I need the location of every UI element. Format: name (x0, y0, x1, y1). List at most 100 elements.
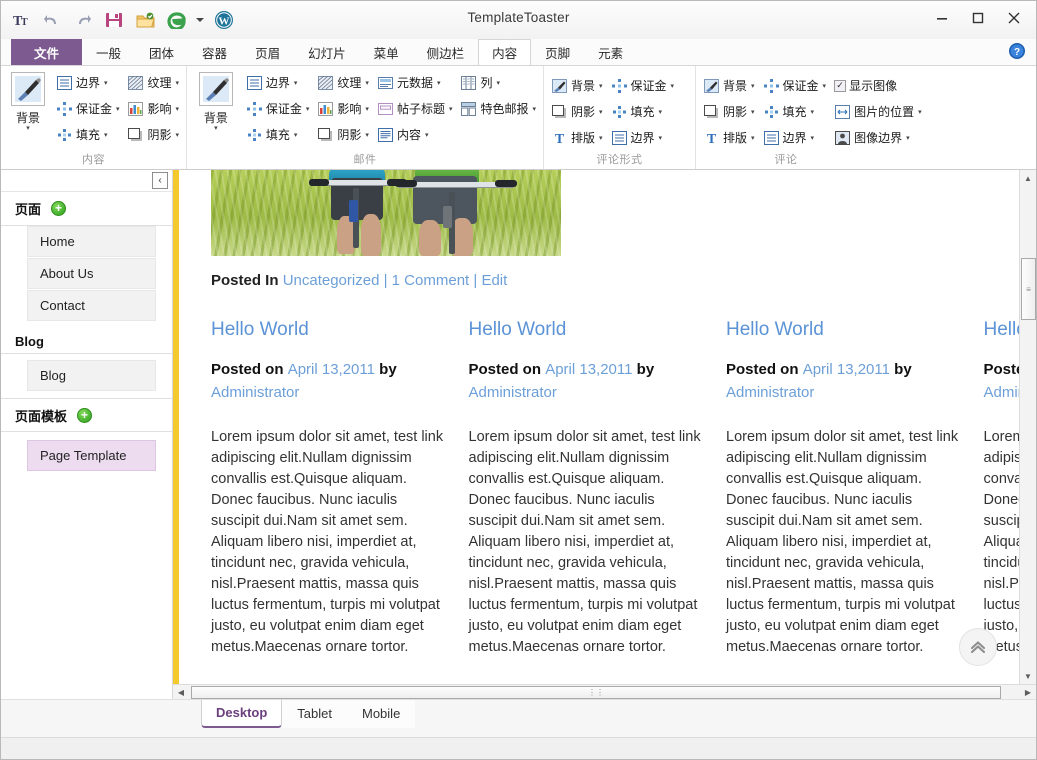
design-canvas[interactable]: Posted In Uncategorized | 1 Comment | Ed… (173, 170, 1019, 684)
cform-margin-button[interactable]: 保证金 ▾ (608, 73, 678, 98)
device-tab-mobile[interactable]: Mobile (347, 700, 416, 728)
mail-texture-button[interactable]: 纹理 ▾ (314, 70, 372, 95)
post-title[interactable]: Hello World (726, 319, 960, 341)
device-tab-tablet[interactable]: Tablet (282, 700, 347, 728)
image-border-button[interactable]: 图像边界 ▾ (831, 125, 925, 150)
mail-padding-button[interactable]: 填充 ▾ (243, 122, 313, 147)
columns-button[interactable]: 列 ▾ (457, 70, 539, 95)
padding-button[interactable]: 填充 ▾ (53, 122, 123, 147)
group-label-comment-form: 评论形式 (596, 154, 643, 166)
tab-group[interactable]: 团体 (135, 39, 188, 65)
add-page-button[interactable]: + (51, 201, 67, 216)
mail-border-button[interactable]: 边界 ▾ (243, 70, 313, 95)
texture-button[interactable]: 纹理 ▾ (124, 70, 182, 95)
post-date[interactable]: April 13,2011 (288, 361, 375, 378)
post-author[interactable]: Administrator (726, 384, 960, 401)
post-author[interactable]: Administrator (469, 384, 703, 401)
comments-border-button[interactable]: 边界 ▾ (760, 125, 830, 150)
page-templates-list: Page Template (1, 432, 172, 478)
comments-background-button[interactable]: 背景 ▾ (700, 73, 758, 98)
vertical-scroll-thumb[interactable]: ≡ (1021, 258, 1036, 320)
metadata-button[interactable]: 元数据 ▾ (374, 70, 456, 95)
cform-padding-button[interactable]: 填充 ▾ (608, 99, 678, 124)
margin-button[interactable]: 保证金 ▾ (53, 96, 123, 121)
sidebar-item-contact[interactable]: Contact (27, 290, 156, 321)
sidebar-item-home[interactable]: Home (27, 226, 156, 257)
mail-col-4: 列 ▾ 特色邮报 ▾ (457, 70, 539, 121)
tab-sidebar[interactable]: 侧边栏 (413, 39, 479, 65)
tab-container[interactable]: 容器 (188, 39, 241, 65)
tab-slideshow[interactable]: 幻灯片 (294, 39, 360, 65)
canvas-vertical-scrollbar[interactable]: ▲ ≡ ▼ (1019, 170, 1036, 684)
status-bar (1, 737, 1036, 759)
background-big-button[interactable]: 背景 ▾ (5, 70, 51, 132)
comments-shadow-button[interactable]: 阴影 ▾ (700, 99, 758, 124)
shadow-icon (127, 127, 144, 143)
cform-border-button[interactable]: 边界 ▾ (608, 125, 678, 150)
tab-footer[interactable]: 页脚 (531, 39, 584, 65)
content-button[interactable]: 内容 ▾ (374, 122, 456, 147)
mail-effects-button[interactable]: 影响 ▾ (314, 96, 372, 121)
cform-background-button[interactable]: 背景 ▾ (548, 73, 606, 98)
metadata-icon (377, 75, 394, 91)
post-date[interactable]: April 13,2011 (803, 361, 890, 378)
sidebar-item-page-template[interactable]: Page Template (27, 440, 156, 471)
post-date[interactable]: April 13,2011 (545, 361, 632, 378)
add-page-template-button[interactable]: + (77, 407, 93, 423)
canvas-horizontal-scrollbar[interactable]: ◀ ⋮⋮ ▶ (173, 684, 1036, 699)
cform-shadow-button[interactable]: 阴影 ▾ (548, 99, 606, 124)
section-title-pages: 页面 (15, 202, 42, 217)
image-border-icon (834, 130, 851, 146)
post-title[interactable]: Hello World (984, 319, 1020, 341)
post-title[interactable]: Hello World (211, 319, 445, 341)
close-button[interactable] (996, 5, 1032, 31)
scroll-left-button[interactable]: ◀ (173, 685, 189, 699)
tab-file[interactable]: 文件 (11, 39, 83, 65)
comments-margin-button[interactable]: 保证金 ▾ (760, 73, 830, 98)
device-tab-desktop[interactable]: Desktop (201, 700, 283, 728)
comments-typography-button[interactable]: T 排版 ▾ (700, 125, 758, 150)
sidebar-item-about-us[interactable]: About Us (27, 258, 156, 289)
tab-menu[interactable]: 菜单 (360, 39, 413, 65)
horizontal-scroll-thumb[interactable]: ⋮⋮ (191, 686, 1001, 699)
ribbon-group-mail: 背景 ▾ 边界 ▾ 保证金 ▾ 填充 ▾ 纹理 ▾ 影响 ▾ 阴影 ▾ 元数据 … (187, 66, 544, 169)
mail-border-label: 边界 (265, 76, 290, 90)
comments-padding-button[interactable]: 填充 ▾ (760, 99, 830, 124)
image-position-button[interactable]: 图片的位置 ▾ (831, 99, 925, 124)
comments-link[interactable]: 1 Comment (392, 272, 470, 289)
ribbon-group-comment-form: 背景 ▾ 阴影 ▾ T 排版 ▾ 保证金 ▾ 填充 ▾ 边界 ▾ 评论形式 (544, 66, 696, 169)
show-image-checkbox[interactable]: ✓ 显示图像 (831, 73, 925, 98)
category-link[interactable]: Uncategorized (283, 272, 380, 289)
featured-post-button[interactable]: 特色邮报 ▾ (457, 96, 539, 121)
cform-typography-button[interactable]: T 排版 ▾ (548, 125, 606, 150)
post-author[interactable]: Administrator (984, 384, 1020, 401)
tab-general[interactable]: 一般 (82, 39, 135, 65)
help-icon[interactable]: ? (1008, 42, 1026, 65)
minimize-button[interactable] (924, 5, 960, 31)
scroll-up-button[interactable]: ▲ (1020, 170, 1036, 186)
tab-header[interactable]: 页眉 (241, 39, 294, 65)
scroll-right-button[interactable]: ▶ (1020, 685, 1036, 699)
sidebar-item-blog[interactable]: Blog (27, 360, 156, 391)
tab-elements[interactable]: 元素 (584, 39, 637, 65)
effects-button[interactable]: 影响 ▾ (124, 96, 182, 121)
tab-content[interactable]: 内容 (478, 39, 532, 65)
shadow-button[interactable]: 阴影 ▾ (124, 122, 182, 147)
mail-background-big-button[interactable]: 背景 ▾ (191, 70, 241, 132)
maximize-button[interactable] (960, 5, 996, 31)
scroll-down-button[interactable]: ▼ (1020, 668, 1036, 684)
collapse-panel-button[interactable]: ‹ (152, 172, 168, 189)
scroll-to-top-button[interactable] (959, 628, 997, 666)
post-author[interactable]: Administrator (211, 384, 445, 401)
mail-margin-button[interactable]: 保证金 ▾ (243, 96, 313, 121)
by-label: by (636, 361, 655, 378)
chevron-down-icon: ▾ (365, 131, 369, 139)
ribbon-tab-strip: 文件 一般 团体 容器 页眉 幻灯片 菜单 侧边栏 内容 页脚 元素 ? (1, 39, 1036, 65)
mail-shadow-button[interactable]: 阴影 ▾ (314, 122, 372, 147)
post-column: Hello World Posted on April 13,2011 by A… (726, 319, 984, 684)
edit-link[interactable]: Edit (481, 272, 507, 289)
border-button[interactable]: 边界 ▾ (53, 70, 123, 95)
post-title-button[interactable]: 帖子标题 ▾ (374, 96, 456, 121)
post-title[interactable]: Hello World (469, 319, 703, 341)
chevron-down-icon: ▾ (658, 108, 663, 116)
